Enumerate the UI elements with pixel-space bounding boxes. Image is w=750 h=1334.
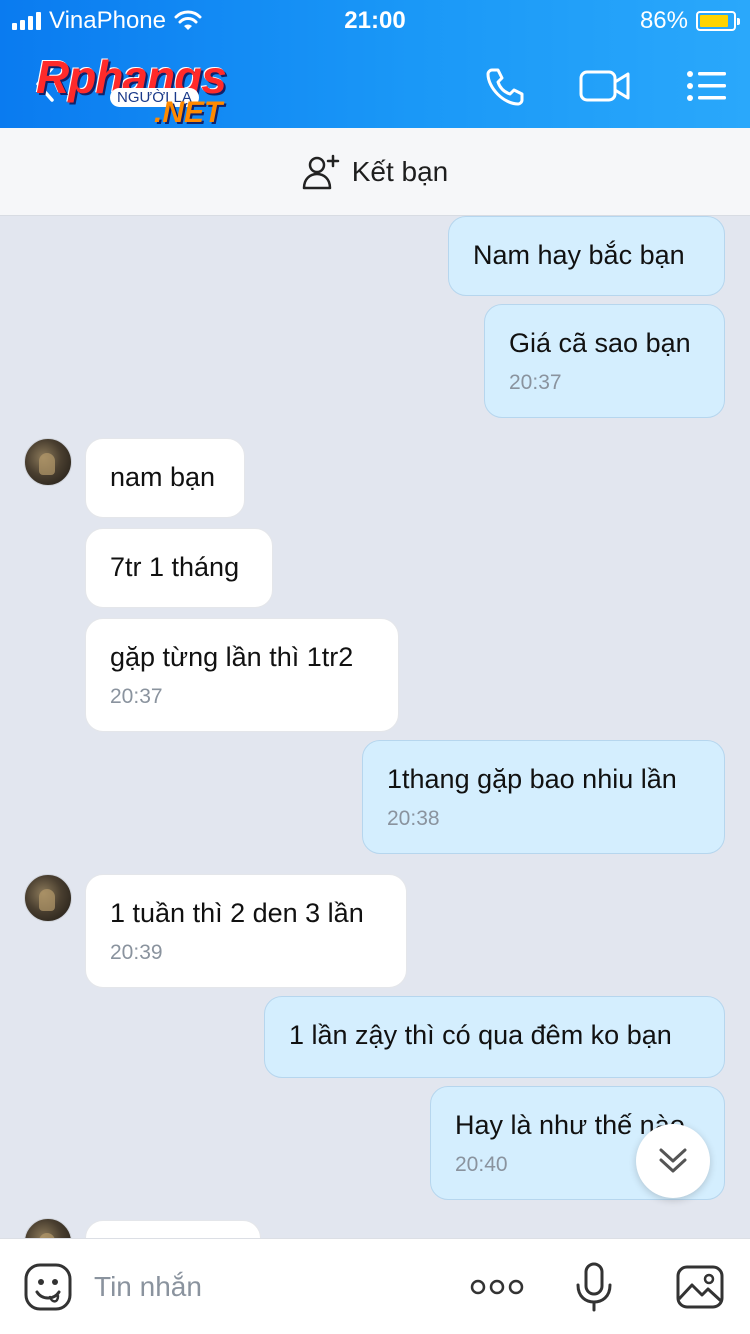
add-friend-label: Kết bạn bbox=[351, 155, 449, 187]
message-bubble-outgoing[interactable]: Nam hay bắc bạn bbox=[448, 216, 725, 296]
message-bubble-outgoing[interactable]: 1thang gặp bao nhiu lần 20:38 bbox=[362, 740, 725, 854]
double-chevron-down-icon bbox=[659, 1148, 687, 1173]
logo-net-text: .NET bbox=[154, 96, 223, 129]
more-dots-icon[interactable] bbox=[468, 1261, 526, 1313]
add-friend-bar[interactable]: Kết bạn bbox=[0, 128, 750, 216]
microphone-icon[interactable] bbox=[568, 1261, 620, 1313]
message-time: 20:37 bbox=[110, 685, 163, 708]
message-bubble-incoming[interactable]: 1 tuần thì 2 den 3 lần 20:39 bbox=[85, 874, 407, 988]
message-time: 20:38 bbox=[387, 807, 440, 830]
status-right: 86% bbox=[639, 7, 740, 35]
status-time: 21:00 bbox=[344, 7, 406, 34]
chat-header: VinaPhone 21:00 86% Rphangs NGƯỜI LẠ .NE… bbox=[0, 0, 750, 129]
avatar[interactable] bbox=[24, 874, 72, 922]
message-text: 1 lần zậy thì có qua đêm ko bạn bbox=[289, 1020, 672, 1050]
message-text: Giá cã sao bạn bbox=[509, 328, 691, 358]
avatar[interactable] bbox=[24, 438, 72, 486]
image-icon[interactable] bbox=[674, 1261, 726, 1313]
message-bubble-incoming[interactable]: 7tr 1 tháng bbox=[85, 528, 273, 608]
message-bubble-incoming[interactable]: gặp từng lần thì 1tr2 20:37 bbox=[85, 618, 399, 732]
battery-percent: 86% bbox=[639, 7, 688, 34]
message-text: Nam hay bắc bạn bbox=[473, 240, 685, 270]
scroll-to-bottom-button[interactable] bbox=[636, 1124, 710, 1198]
nav-bar: Rphangs NGƯỜI LẠ .NET bbox=[0, 42, 750, 129]
message-list[interactable]: Nam hay bắc bạn Giá cã sao bạn 20:37 nam… bbox=[0, 216, 750, 1238]
message-text: 1 tuần thì 2 den 3 lần bbox=[110, 898, 364, 928]
logo: Rphangs NGƯỜI LẠ .NET bbox=[36, 50, 266, 129]
list-menu-icon[interactable] bbox=[684, 62, 732, 110]
phone-icon[interactable] bbox=[482, 62, 530, 110]
battery-icon bbox=[696, 11, 740, 31]
message-composer bbox=[0, 1238, 750, 1334]
message-text: gặp từng lần thì 1tr2 bbox=[110, 642, 354, 672]
message-bubble-outgoing[interactable]: Giá cã sao bạn 20:37 bbox=[484, 304, 725, 418]
status-bar: VinaPhone 21:00 86% bbox=[0, 0, 750, 42]
message-bubble-incoming[interactable]: nam bạn bbox=[85, 438, 245, 518]
message-time: 20:37 bbox=[509, 371, 562, 394]
emoji-icon[interactable] bbox=[22, 1261, 74, 1313]
video-camera-icon[interactable] bbox=[578, 62, 632, 110]
message-input[interactable] bbox=[94, 1267, 424, 1307]
message-bubble-incoming[interactable] bbox=[85, 1220, 261, 1238]
message-time: 20:39 bbox=[110, 941, 163, 964]
message-text: nam bạn bbox=[110, 462, 216, 492]
message-bubble-outgoing[interactable]: 1 lần zậy thì có qua đêm ko bạn bbox=[264, 996, 725, 1078]
add-person-icon bbox=[302, 154, 339, 189]
avatar[interactable] bbox=[24, 1218, 72, 1238]
message-text: 7tr 1 tháng bbox=[110, 552, 240, 582]
message-text: 1thang gặp bao nhiu lần bbox=[387, 764, 677, 794]
